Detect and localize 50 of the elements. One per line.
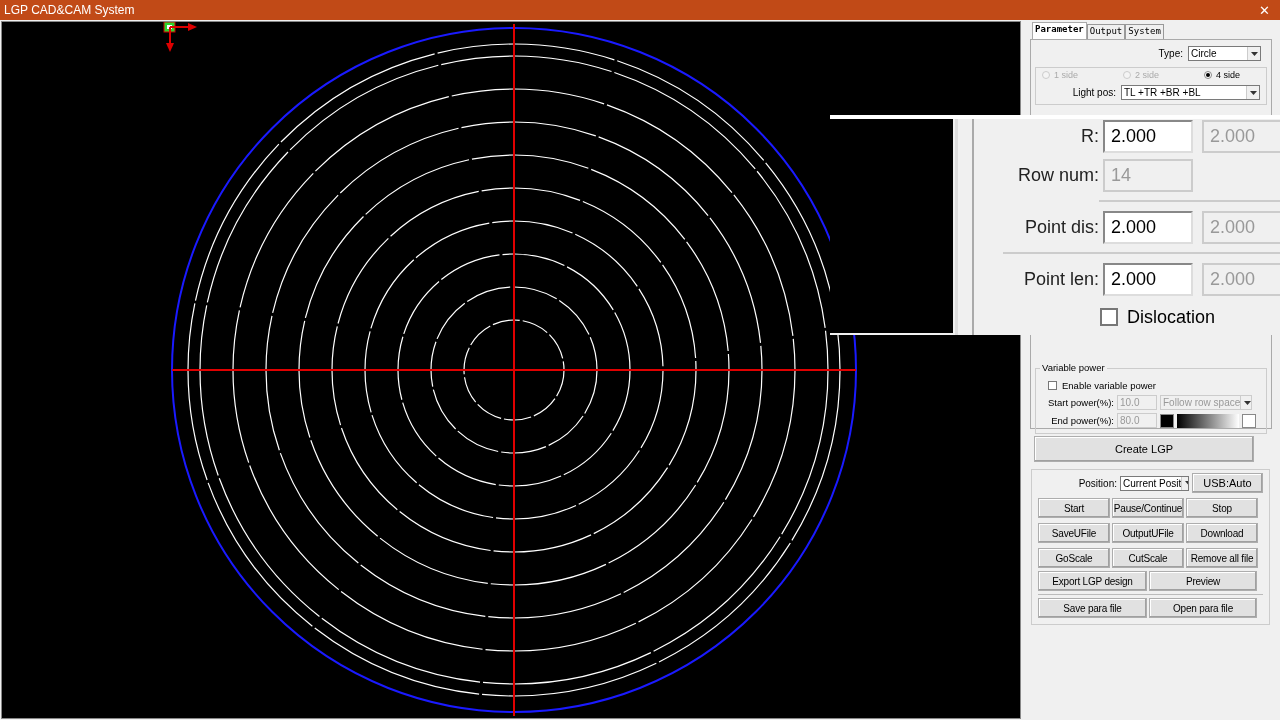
tab[interactable]: Output	[1086, 24, 1126, 39]
gradient-bar	[1177, 413, 1239, 428]
position-dropdown[interactable]: Current Posit	[1120, 475, 1189, 491]
number-field[interactable]: 2.000	[1103, 120, 1193, 153]
action-button[interactable]: Stop	[1186, 498, 1258, 518]
number-field: 2.000	[1202, 263, 1280, 296]
action-button[interactable]: Download	[1186, 523, 1258, 543]
field-label: Row num:	[1016, 165, 1100, 186]
light-pos-label: Light pos:	[1072, 87, 1116, 98]
tab[interactable]: Parameter	[1032, 22, 1087, 39]
side-radio[interactable]: 4 side	[1203, 70, 1240, 80]
dropdown-caret-icon	[1243, 400, 1251, 405]
type-label: Type:	[1158, 48, 1183, 59]
action-button[interactable]: GoScale	[1038, 548, 1110, 568]
field-label: Point len:	[1022, 269, 1100, 290]
tab[interactable]: System	[1125, 24, 1164, 39]
dropdown-caret-icon	[1249, 90, 1257, 95]
dropdown-caret-icon	[1250, 51, 1258, 56]
number-field: 14	[1103, 159, 1193, 192]
action-button[interactable]: Remove all file	[1186, 548, 1258, 568]
number-field[interactable]: 2.000	[1103, 263, 1193, 296]
field-label: R:	[1080, 126, 1100, 147]
file-button[interactable]: Open para file	[1149, 598, 1257, 618]
usb-button[interactable]: USB:Auto	[1192, 473, 1263, 493]
file-button[interactable]: Save para file	[1038, 598, 1147, 618]
number-field: 2.000	[1202, 120, 1280, 153]
create-lgp-button[interactable]: Create LGP	[1034, 436, 1254, 462]
start-color-swatch[interactable]	[1160, 413, 1174, 428]
action-button[interactable]: Start	[1038, 498, 1110, 518]
number-field[interactable]: 2.000	[1103, 211, 1193, 244]
action-button[interactable]: Export LGP design	[1038, 571, 1147, 591]
action-button[interactable]: CutScale	[1112, 548, 1184, 568]
action-button[interactable]: Pause/Continue	[1112, 498, 1184, 518]
group-title: Variable power	[1040, 362, 1107, 373]
start-power-label: Start power(%):	[1047, 397, 1114, 408]
number-field: 2.000	[1202, 211, 1280, 244]
position-label: Position:	[1078, 477, 1117, 489]
end-power-label: End power(%):	[1050, 415, 1114, 426]
field-label: Point dis:	[1023, 217, 1100, 238]
action-button[interactable]: Preview	[1149, 571, 1257, 591]
light-pos-dropdown[interactable]: TL +TR +BR +BL	[1121, 85, 1260, 100]
end-color-swatch[interactable]	[1242, 413, 1256, 428]
window-title: LGP CAD&CAM System	[4, 3, 135, 17]
action-button[interactable]: OutputUFile	[1112, 523, 1184, 543]
dislocation-checkbox[interactable]: Dislocation	[1100, 306, 1280, 328]
action-button[interactable]: SaveUFile	[1038, 523, 1110, 543]
enable-power-checkbox[interactable]: Enable variable power	[1048, 380, 1156, 391]
close-button[interactable]: ✕	[1253, 2, 1276, 18]
type-dropdown[interactable]: Circle	[1188, 46, 1261, 61]
origin-marker-icon[interactable]	[163, 22, 197, 52]
